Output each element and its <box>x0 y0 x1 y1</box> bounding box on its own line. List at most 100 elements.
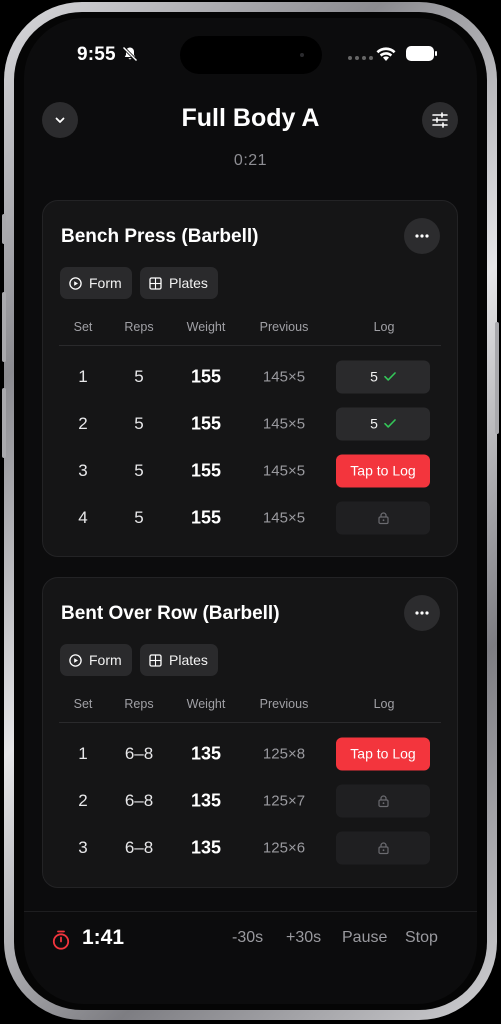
plates-button[interactable]: Plates <box>140 267 218 299</box>
set-previous: 145×5 <box>262 509 306 526</box>
rest-timer-value: 1:41 <box>82 926 125 949</box>
set-number: 3 <box>78 460 88 480</box>
set-weight[interactable]: 135 <box>191 743 221 764</box>
play-circle-icon <box>69 653 82 667</box>
volume-down-button <box>2 388 6 458</box>
form-label: Form <box>89 275 122 291</box>
set-reps[interactable]: 6–8 <box>125 744 153 764</box>
set-reps[interactable]: 5 <box>134 414 143 434</box>
locked-log-button <box>336 501 430 534</box>
bell-slash-icon <box>122 46 138 62</box>
exercise-more-button[interactable] <box>404 218 440 254</box>
lock-icon <box>377 794 389 807</box>
set-previous: 145×5 <box>262 368 306 385</box>
elapsed-time: 0:21 <box>233 152 268 169</box>
set-weight[interactable]: 155 <box>191 460 221 481</box>
logged-reps: 5 <box>370 368 378 385</box>
sets-table-header: Set Reps Weight Previous Log <box>59 312 441 346</box>
plates-button[interactable]: Plates <box>140 644 218 676</box>
workout-title: Full Body A <box>181 104 320 132</box>
exercise-card: Bent Over Row (Barbell) Form Plates Set … <box>42 577 458 888</box>
header-set: Set <box>73 697 93 711</box>
set-reps[interactable]: 5 <box>134 367 143 387</box>
header-reps: Reps <box>124 697 154 711</box>
set-number: 2 <box>78 413 88 433</box>
set-number: 3 <box>78 837 88 857</box>
header-set: Set <box>73 320 93 334</box>
sliders-icon <box>432 112 448 128</box>
exercise-card: Bench Press (Barbell) Form Plates Set Re… <box>42 200 458 557</box>
camera-dot <box>300 53 304 57</box>
plus-30s-button[interactable]: +30s <box>286 929 321 947</box>
set-weight[interactable]: 155 <box>191 507 221 528</box>
power-button <box>495 322 499 434</box>
locked-log-button <box>336 784 430 817</box>
set-number: 4 <box>78 507 88 527</box>
play-circle-icon <box>69 276 82 290</box>
set-number: 1 <box>78 743 88 763</box>
set-row: 3 5 155 145×5 Tap to Log <box>59 447 441 494</box>
stop-button[interactable]: Stop <box>405 929 438 947</box>
set-row: 1 5 155 145×5 5 <box>59 353 441 400</box>
wifi-icon <box>376 47 396 61</box>
lock-icon <box>377 511 389 524</box>
set-reps[interactable]: 5 <box>134 508 143 528</box>
set-weight[interactable]: 135 <box>191 837 221 858</box>
form-label: Form <box>89 652 122 668</box>
header-log: Log <box>373 697 395 711</box>
exercise-more-button[interactable] <box>404 595 440 631</box>
sets-table-header: Set Reps Weight Previous Log <box>59 689 441 723</box>
minus-30s-button[interactable]: -30s <box>232 929 263 947</box>
header-weight: Weight <box>186 697 226 711</box>
rest-bar-divider <box>24 911 477 912</box>
form-button[interactable]: Form <box>60 644 132 676</box>
logged-set-button[interactable]: 5 <box>336 360 430 393</box>
header-previous: Previous <box>259 320 309 334</box>
set-weight[interactable]: 155 <box>191 366 221 387</box>
exercise-name: Bench Press (Barbell) <box>61 226 259 247</box>
set-previous: 125×8 <box>262 745 306 762</box>
cellular-signal-icon <box>348 56 373 60</box>
set-row: 2 5 155 145×5 5 <box>59 400 441 447</box>
exercise-name: Bent Over Row (Barbell) <box>61 603 280 624</box>
tap-to-log-button[interactable]: Tap to Log <box>336 454 430 487</box>
logged-set-button[interactable]: 5 <box>336 407 430 440</box>
logged-reps: 5 <box>370 415 378 432</box>
set-previous: 145×5 <box>262 415 306 432</box>
set-weight[interactable]: 135 <box>191 790 221 811</box>
header-weight: Weight <box>186 320 226 334</box>
plates-calculator-icon <box>149 653 162 667</box>
set-weight[interactable]: 155 <box>191 413 221 434</box>
set-row: 2 6–8 135 125×7 <box>59 777 441 824</box>
locked-log-button <box>336 831 430 864</box>
ellipsis-icon <box>415 611 429 615</box>
checkmark-icon <box>384 372 396 381</box>
set-row: 4 5 155 145×5 <box>59 494 441 541</box>
tap-to-log-button[interactable]: Tap to Log <box>336 737 430 770</box>
header-previous: Previous <box>259 697 309 711</box>
set-row: 3 6–8 135 125×6 <box>59 824 441 871</box>
ellipsis-icon <box>415 234 429 238</box>
volume-up-button <box>2 292 6 362</box>
plates-label: Plates <box>169 275 208 291</box>
plates-calculator-icon <box>149 276 162 290</box>
status-time: 9:55 <box>77 44 116 65</box>
dynamic-island <box>180 36 322 74</box>
set-reps[interactable]: 6–8 <box>125 791 153 811</box>
set-number: 1 <box>78 366 88 386</box>
set-number: 2 <box>78 790 88 810</box>
workout-settings-button[interactable] <box>422 102 458 138</box>
set-row: 1 6–8 135 125×8 Tap to Log <box>59 730 441 777</box>
app-screen: 9:55 Full Body A 0:21 Bench Press (Barbe… <box>24 18 477 1004</box>
plates-label: Plates <box>169 652 208 668</box>
action-button <box>2 214 6 244</box>
set-reps[interactable]: 5 <box>134 461 143 481</box>
set-reps[interactable]: 6–8 <box>125 838 153 858</box>
pause-button[interactable]: Pause <box>342 929 387 947</box>
stopwatch-icon <box>52 930 70 950</box>
header-log: Log <box>373 320 395 334</box>
form-button[interactable]: Form <box>60 267 132 299</box>
header-reps: Reps <box>124 320 154 334</box>
checkmark-icon <box>384 419 396 428</box>
set-previous: 125×7 <box>262 792 306 809</box>
